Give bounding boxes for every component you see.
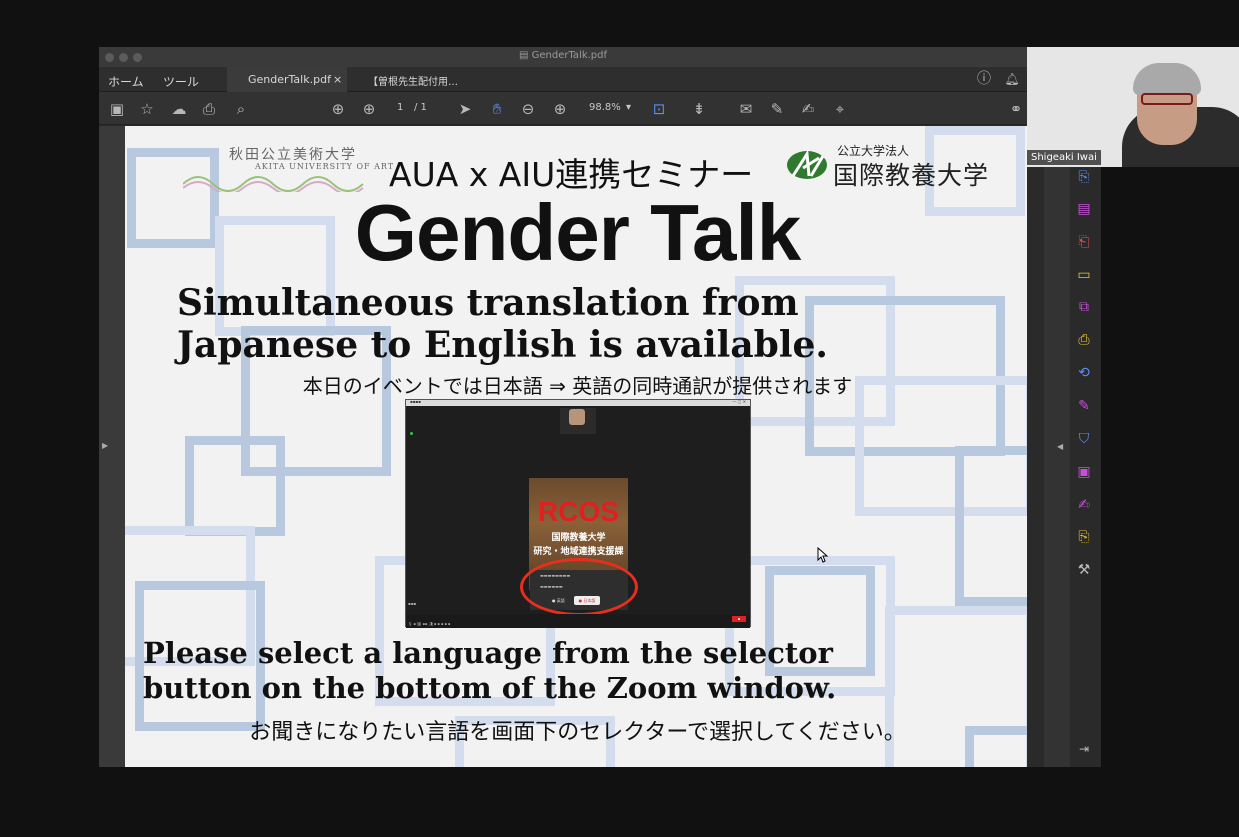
red-highlight-circle [520,558,638,616]
mouse-cursor-icon [817,547,829,563]
combine-files-icon[interactable]: ⧉ [1075,298,1093,316]
highlight-pen-icon[interactable]: ✎ [767,99,787,119]
tab-home[interactable]: ホーム [108,73,144,90]
decorative-square [185,436,285,536]
screen: ▤ GenderTalk.pdf ホーム ツール GenderTalk.pdf … [0,0,1239,837]
japanese-instruction: お聞きになりたい言語を画面下のセレクターで選択してください。 [249,720,906,745]
acrobat-window: ▤ GenderTalk.pdf ホーム ツール GenderTalk.pdf … [99,47,1030,767]
sign-icon[interactable]: ✍ [798,99,818,119]
bookmark-star-icon[interactable]: ☆ [137,99,157,119]
zoom-in-icon[interactable]: ⊕ [550,99,570,119]
embedded-zoom-screenshot: ▪▪▪▪ — ▢ ✕ RCOS 国際教養大学 研究・地域連携支援課 ▬▬▬▬▬▬… [405,399,751,628]
akita-art-logo-text: 秋田公立美術大学 [229,147,357,163]
rcos-caption-line-2: 研究・地域連携支援課 [533,547,624,557]
protect-shield-icon[interactable]: ⛉ [1075,430,1093,448]
toolbar: ▣ ☆ ☁ ⎙ ⌕ ⊕ ⊕ 1 / 1 ➤ ✋︎ ⊖ ⊕ 98.8% ▾ ⊡ ⇟… [99,92,1027,125]
zoom-screenshot-titlebar: ▪▪▪▪ — ▢ ✕ [406,399,750,406]
webcam-video-tile: Shigeaki Iwai [1027,47,1239,167]
right-panel-divider [1044,167,1070,767]
zoom-end-button: ▪ [732,616,746,622]
page-total-label: / 1 [414,102,427,113]
request-signature-icon[interactable]: ✍ [1075,496,1093,514]
instruction-line-2: button on the bottom of the Zoom window. [143,671,837,705]
zoom-level-dropdown[interactable]: 98.8% [589,102,621,113]
decorative-square [955,446,1030,606]
rcos-logo-text: RCOS [538,496,619,527]
page-number-input[interactable]: 1 [397,102,403,113]
title-bar: ▤ GenderTalk.pdf [99,47,1027,67]
tab-bar: ホーム ツール GenderTalk.pdf × 【曽根先生配付用… ⓘ 🔔︎ [99,67,1027,92]
right-panel-collapse-icon[interactable]: ◀ [1057,442,1063,451]
pdf-page: 秋田公立美術大学 AKITA UNIVERSITY OF ART AUA x A… [125,126,1030,767]
aiu-logo-text: 国際教養大学 [833,161,990,190]
scan-ocr-icon[interactable]: ⎙ [1075,331,1093,349]
compare-files-icon[interactable]: ⟲ [1075,364,1093,382]
link-icon[interactable]: ⚭ [1006,99,1026,119]
hand-tool-icon[interactable]: ✋︎ [487,99,507,119]
instruction-line-1: Please select a language from the select… [143,636,833,670]
export-pdf-icon[interactable]: ⎗ [1075,233,1093,251]
save-icon[interactable]: ▣ [107,99,127,119]
fill-and-sign-icon[interactable]: ✎ [1075,397,1093,415]
participant-name-label: Shigeaki Iwai [1027,150,1101,165]
zoom-status-dot [410,432,413,435]
aiu-leaf-logo-icon [787,149,827,179]
prepare-form-icon[interactable]: ▣ [1075,463,1093,481]
headline-line-2: Japanese to English is available. [177,324,828,366]
fit-page-icon[interactable]: ⊡ [649,99,669,119]
zoom-dropdown-chevron-icon[interactable]: ▾ [626,102,631,113]
headline-line-1: Simultaneous translation from [177,282,799,324]
create-pdf-icon[interactable]: ⎘ [1075,168,1093,186]
zoom-participant-face [569,409,585,425]
webcam-person-glasses [1141,93,1193,105]
zoom-screenshot-title: ▪▪▪▪ [410,399,421,404]
tab-second-document[interactable]: 【曽根先生配付用… [368,73,458,88]
tab-tools[interactable]: ツール [163,73,199,90]
comment-tool-icon[interactable]: ▭ [1075,266,1093,284]
tab-close-button[interactable]: × [333,73,342,86]
tab-gendertalk-pdf[interactable]: GenderTalk.pdf [248,73,331,86]
more-tools-icon[interactable]: ⚒ [1075,561,1093,579]
document-area[interactable]: ▶ 秋田公立美術大学 AKITA UNIVERSITY OF ART AUA x… [99,126,1030,767]
zoom-bottom-toolbar [406,614,750,628]
window-title: ▤ GenderTalk.pdf [99,50,1027,61]
scroll-mode-icon[interactable]: ⇟ [689,99,709,119]
main-title: Gender Talk [354,188,801,277]
fill-sign-icon[interactable]: ⌖ [830,99,850,119]
previous-page-icon[interactable]: ⊕ [328,99,348,119]
help-icon[interactable]: ⓘ [974,69,994,89]
send-for-review-icon[interactable]: ⎘ [1075,528,1093,546]
window-title-text: GenderTalk.pdf [531,50,608,61]
pdf-file-icon: ▤ [518,50,532,61]
japanese-subtitle: 本日のイベントでは日本語 ⇒ 英語の同時通訳が提供されます [302,374,853,398]
zoom-out-icon[interactable]: ⊖ [518,99,538,119]
upload-cloud-icon[interactable]: ☁ [169,99,189,119]
select-cursor-icon[interactable]: ➤ [455,99,475,119]
zoom-screenshot-window-buttons: — ▢ ✕ [732,399,746,404]
rcos-caption-line-1: 国際教養大学 [551,533,606,543]
expand-panel-icon[interactable]: ⇥ [1079,742,1089,756]
zoom-toolbar-icons: 🎙︎ ▪ 📷︎ ▪▪ 👥︎ ▪ ▪ ▪ ▪ ▪ [408,622,451,626]
print-icon[interactable]: ⎙ [199,99,219,119]
next-page-icon[interactable]: ⊕ [359,99,379,119]
zoom-search-icon[interactable]: ⌕ [231,99,251,119]
zoom-bottom-left-label: ▪▪▪ [408,601,417,606]
notification-bell-icon[interactable]: 🔔︎ [1002,69,1022,89]
left-panel-toggle-icon[interactable]: ▶ [102,441,108,450]
webcam-person-hair [1133,63,1201,95]
organize-pages-icon[interactable]: ▤ [1075,200,1093,218]
comment-icon[interactable]: ✉ [736,99,756,119]
